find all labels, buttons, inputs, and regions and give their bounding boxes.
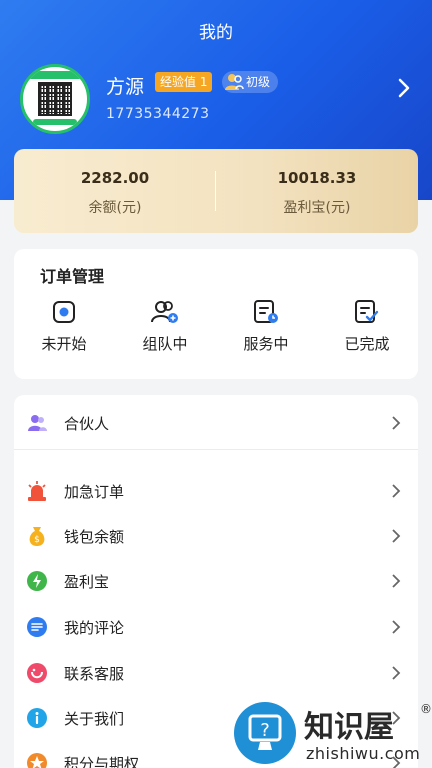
chevron-right-icon bbox=[392, 484, 401, 498]
money-bag-icon: $ bbox=[29, 527, 45, 546]
order-teaming[interactable]: 组队中 bbox=[115, 299, 215, 369]
menu-item-label: 联系客服 bbox=[64, 665, 125, 683]
alarm-icon bbox=[28, 481, 46, 501]
target-icon bbox=[53, 301, 75, 323]
order-management-card: 订单管理 未开始 组队中 服务中 已完成 bbox=[14, 249, 418, 379]
document-check-icon bbox=[355, 300, 379, 323]
profit-item[interactable]: 10018.33 盈利宝(元) bbox=[216, 149, 418, 233]
team-icon bbox=[151, 301, 178, 323]
order-management-title: 订单管理 bbox=[40, 267, 105, 286]
avatar[interactable] bbox=[20, 64, 90, 134]
menu-item-label: 关于我们 bbox=[64, 710, 125, 728]
star-icon bbox=[27, 753, 47, 768]
info-icon bbox=[27, 708, 47, 728]
qr-code-icon bbox=[38, 82, 72, 116]
profit-label: 盈利宝(元) bbox=[283, 200, 351, 216]
menu-item-label: 盈利宝 bbox=[64, 573, 110, 591]
balance-value: 2282.00 bbox=[80, 169, 150, 187]
order-label: 已完成 bbox=[344, 335, 390, 353]
avatar-qr-footer bbox=[33, 119, 77, 125]
partner-icon bbox=[28, 415, 47, 431]
balance-label: 余额(元) bbox=[88, 200, 142, 216]
lightning-icon bbox=[27, 571, 47, 591]
chevron-right-icon bbox=[392, 416, 401, 430]
watermark-registered: ® bbox=[420, 702, 432, 716]
watermark-logo: ? bbox=[234, 702, 296, 764]
menu-item-customer-service[interactable]: 联系客服 bbox=[14, 651, 418, 695]
menu-divider bbox=[14, 449, 418, 450]
user-name: 方源 bbox=[106, 76, 145, 98]
watermark-url: zhishiwu.com bbox=[306, 744, 421, 763]
page-title: 我的 bbox=[199, 23, 233, 43]
level-badge: 初级 bbox=[222, 71, 279, 93]
menu-item-urgent-order[interactable]: 加急订单 bbox=[14, 469, 418, 513]
order-label: 未开始 bbox=[41, 335, 87, 353]
headset-icon bbox=[27, 663, 47, 683]
order-label: 服务中 bbox=[243, 335, 289, 353]
chevron-right-icon bbox=[392, 574, 401, 588]
order-label: 组队中 bbox=[142, 335, 188, 353]
chevron-right-icon bbox=[392, 620, 401, 634]
watermark-brand: 知识屋 bbox=[304, 710, 394, 745]
level-label: 初级 bbox=[246, 75, 271, 89]
menu-item-profit-treasure[interactable]: 盈利宝 bbox=[14, 559, 418, 603]
comment-icon bbox=[27, 617, 47, 637]
user-level-icon bbox=[225, 74, 244, 90]
menu-item-label: 钱包余额 bbox=[64, 528, 125, 546]
document-clock-icon bbox=[254, 300, 278, 323]
chevron-right-icon bbox=[392, 666, 401, 680]
chevron-right-icon bbox=[392, 529, 401, 543]
svg-text:$: $ bbox=[34, 535, 40, 545]
menu-item-label: 加急订单 bbox=[64, 483, 125, 501]
chevron-right-icon[interactable] bbox=[394, 76, 414, 100]
user-phone: 17735344273 bbox=[106, 106, 210, 122]
profit-value: 10018.33 bbox=[277, 169, 357, 187]
monitor-question-icon: ? bbox=[248, 714, 282, 750]
avatar-qr-banner bbox=[29, 71, 81, 79]
menu-item-label: 我的评论 bbox=[64, 619, 125, 637]
balance-item[interactable]: 2282.00 余额(元) bbox=[14, 149, 216, 233]
exp-badge: 经验值 1 bbox=[155, 72, 213, 92]
order-in-service[interactable]: 服务中 bbox=[216, 299, 316, 369]
menu-item-label: 合伙人 bbox=[64, 415, 110, 433]
svg-text:?: ? bbox=[260, 720, 270, 741]
menu-item-partner[interactable]: 合伙人 bbox=[14, 401, 418, 445]
watermark: ? 知识屋 ® zhishiwu.com bbox=[234, 700, 432, 768]
menu-item-label: 积分与期权 bbox=[64, 755, 140, 768]
menu-item-my-comments[interactable]: 我的评论 bbox=[14, 605, 418, 649]
order-completed[interactable]: 已完成 bbox=[317, 299, 417, 369]
order-not-started[interactable]: 未开始 bbox=[14, 299, 114, 369]
menu-item-wallet-balance[interactable]: $ 钱包余额 bbox=[14, 514, 418, 558]
balance-card: 2282.00 余额(元) 10018.33 盈利宝(元) bbox=[14, 149, 418, 233]
